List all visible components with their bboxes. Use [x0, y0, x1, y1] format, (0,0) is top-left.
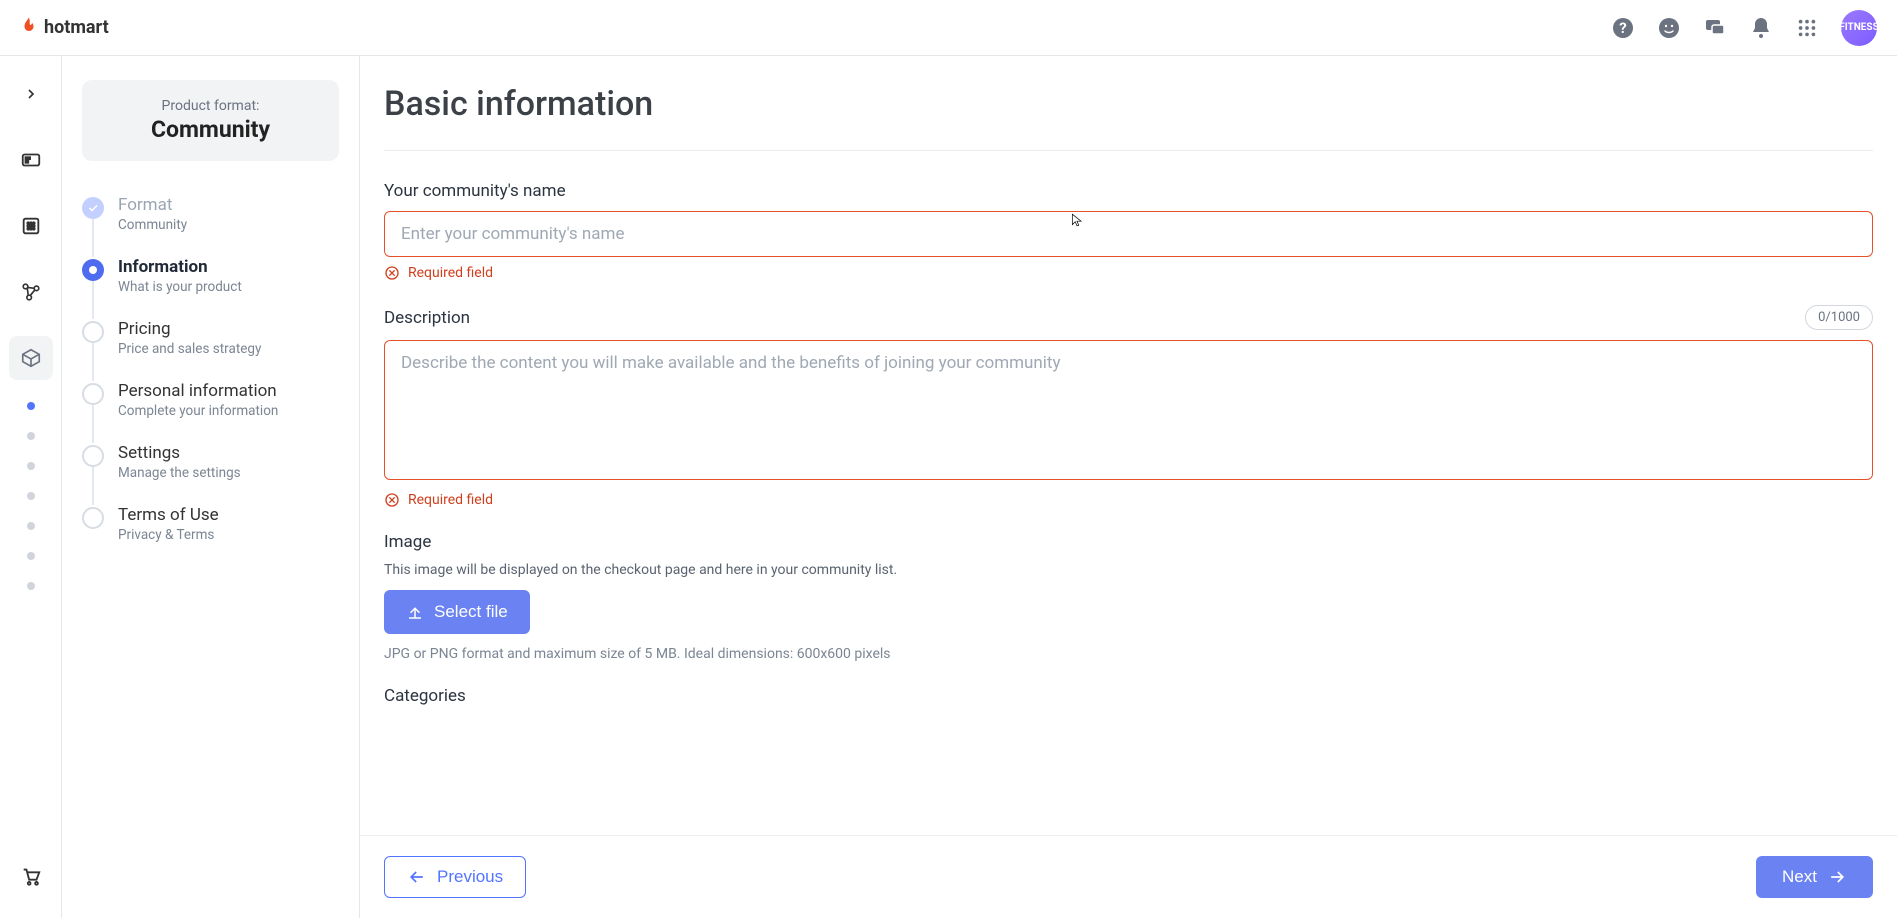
step-title: Pricing	[118, 319, 261, 339]
help-icon[interactable]: ?	[1611, 16, 1635, 40]
image-help: This image will be displayed on the chec…	[384, 562, 1873, 578]
step-sub: Manage the settings	[118, 465, 241, 481]
description-error-text: Required field	[408, 492, 493, 508]
categories-label: Categories	[384, 686, 1873, 706]
step-marker	[82, 383, 104, 405]
chat-icon[interactable]	[1703, 16, 1727, 40]
step-sub: Complete your information	[118, 403, 278, 419]
step-sub: Privacy & Terms	[118, 527, 219, 543]
step-title: Information	[118, 257, 242, 277]
rail-dot-active[interactable]	[27, 402, 35, 410]
name-field: Your community's name Required field	[384, 181, 1873, 281]
rail-dot[interactable]	[27, 432, 35, 440]
apps-icon[interactable]	[1795, 16, 1819, 40]
steps-sidebar: Product format: Community Format Communi…	[62, 56, 360, 918]
categories-field: Categories	[384, 686, 1873, 706]
step-title: Settings	[118, 443, 241, 463]
rail-network-icon[interactable]	[9, 270, 53, 314]
rail-dot[interactable]	[27, 522, 35, 530]
arrow-left-icon	[407, 867, 427, 887]
feedback-icon[interactable]	[1657, 16, 1681, 40]
step-settings[interactable]: Settings Manage the settings	[82, 437, 339, 499]
brand-logo[interactable]: hotmart	[20, 14, 109, 41]
step-marker	[82, 445, 104, 467]
step-title: Personal information	[118, 381, 278, 401]
step-personal[interactable]: Personal information Complete your infor…	[82, 375, 339, 437]
arrow-right-icon	[1827, 867, 1847, 887]
rail-box-icon[interactable]	[9, 336, 53, 380]
icon-rail	[0, 56, 62, 918]
brand-text: hotmart	[44, 17, 109, 38]
next-label: Next	[1782, 867, 1817, 887]
rail-grid-icon[interactable]	[9, 204, 53, 248]
rail-dot[interactable]	[27, 492, 35, 500]
divider	[384, 150, 1873, 151]
description-label: Description	[384, 308, 470, 328]
rail-expand[interactable]	[9, 72, 53, 116]
avatar[interactable]: FITNESS	[1841, 10, 1877, 46]
page-title: Basic information	[384, 84, 1873, 124]
name-input[interactable]	[384, 211, 1873, 257]
select-file-button[interactable]: Select file	[384, 590, 530, 634]
step-pricing[interactable]: Pricing Price and sales strategy	[82, 313, 339, 375]
step-marker-completed	[82, 197, 104, 219]
rail-cart-icon[interactable]	[9, 854, 53, 898]
rail-dot[interactable]	[27, 552, 35, 560]
error-icon	[384, 492, 400, 508]
rail-card-icon[interactable]	[9, 138, 53, 182]
step-sub: Price and sales strategy	[118, 341, 261, 357]
step-marker	[82, 321, 104, 343]
bell-icon[interactable]	[1749, 16, 1773, 40]
main-content: Basic information Your community's name …	[360, 56, 1897, 918]
product-format-value: Community	[92, 116, 329, 143]
select-file-label: Select file	[434, 602, 508, 622]
step-information[interactable]: Information What is your product	[82, 251, 339, 313]
upload-icon	[406, 603, 424, 621]
name-label: Your community's name	[384, 181, 1873, 201]
step-title: Terms of Use	[118, 505, 219, 525]
step-sub: What is your product	[118, 279, 242, 295]
step-terms[interactable]: Terms of Use Privacy & Terms	[82, 499, 339, 561]
step-list: Format Community Information What is you…	[82, 189, 339, 561]
header-icons: ? FITNESS	[1611, 10, 1877, 46]
flame-icon	[20, 14, 38, 41]
description-textarea[interactable]	[384, 340, 1873, 480]
rail-dot[interactable]	[27, 582, 35, 590]
next-button[interactable]: Next	[1756, 856, 1873, 898]
step-sub: Community	[118, 217, 187, 233]
step-marker	[82, 507, 104, 529]
error-icon	[384, 265, 400, 281]
previous-button[interactable]: Previous	[384, 856, 526, 898]
image-field: Image This image will be displayed on th…	[384, 532, 1873, 662]
avatar-text: FITNESS	[1839, 23, 1878, 33]
svg-text:?: ?	[1619, 19, 1626, 37]
footer-nav: Previous Next	[360, 835, 1897, 918]
step-format[interactable]: Format Community	[82, 189, 339, 251]
file-hint: JPG or PNG format and maximum size of 5 …	[384, 646, 1873, 662]
product-format-label: Product format:	[92, 98, 329, 114]
description-error: Required field	[384, 492, 1873, 508]
step-marker-active	[82, 259, 104, 281]
char-counter: 0/1000	[1805, 305, 1873, 330]
top-header: hotmart ? FITNESS	[0, 0, 1897, 56]
previous-label: Previous	[437, 867, 503, 887]
rail-dot[interactable]	[27, 462, 35, 470]
name-error-text: Required field	[408, 265, 493, 281]
description-field: Description 0/1000 Required field	[384, 305, 1873, 508]
step-title: Format	[118, 195, 187, 215]
product-format-card: Product format: Community	[82, 80, 339, 161]
image-label: Image	[384, 532, 1873, 552]
name-error: Required field	[384, 265, 1873, 281]
